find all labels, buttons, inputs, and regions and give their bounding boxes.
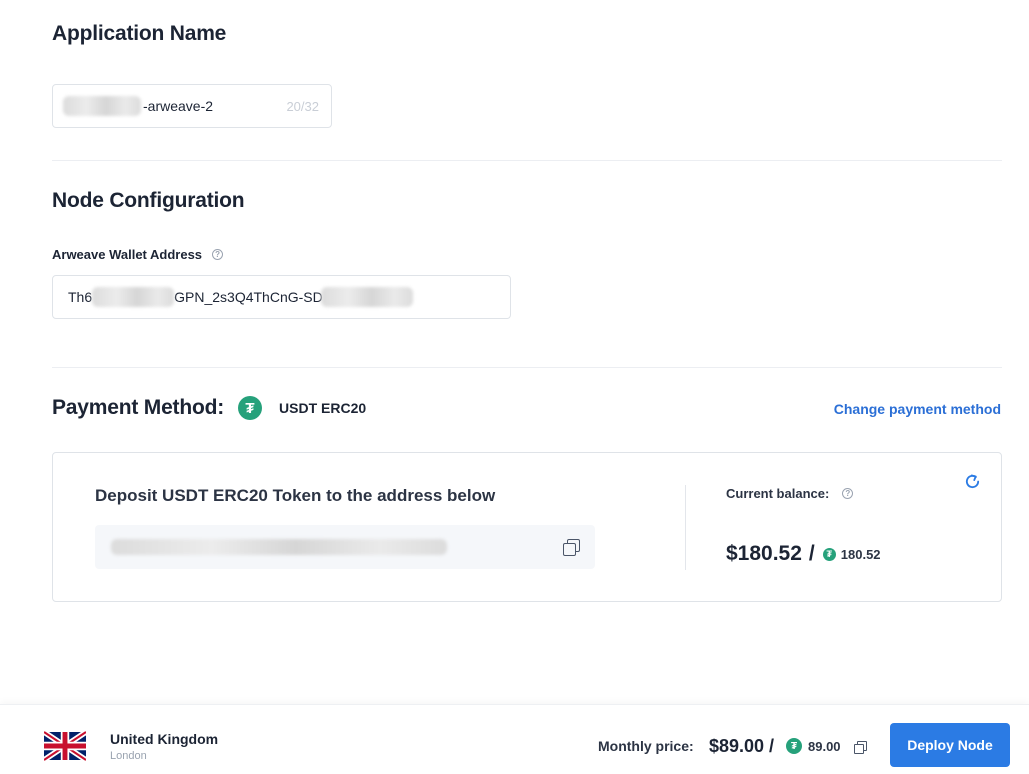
wallet-middle: GPN_2s3Q4ThCnG-SD	[174, 289, 323, 305]
balance-separator: /	[808, 542, 815, 565]
help-icon[interactable]: ?	[212, 249, 224, 260]
current-balance-label: Current balance: ?	[726, 486, 854, 501]
section-divider	[52, 367, 1002, 368]
copy-icon[interactable]	[854, 741, 867, 754]
uk-flag-icon	[44, 731, 86, 761]
copy-icon[interactable]	[563, 539, 580, 556]
char-counter: 20/32	[286, 98, 319, 114]
application-name-title: Application Name	[52, 22, 227, 45]
change-payment-method-link[interactable]: Change payment method	[834, 401, 1001, 417]
tether-icon: ₮	[238, 396, 263, 420]
wallet-address-input[interactable]: Th6 GPN_2s3Q4ThCnG-SD	[52, 275, 511, 319]
vertical-divider	[685, 485, 686, 570]
wallet-address-label: Arweave Wallet Address ?	[52, 247, 224, 262]
current-balance-value: $180.52 / ₮ 180.52	[726, 542, 881, 566]
wallet-prefix: Th6	[68, 289, 93, 305]
deposit-address-box	[95, 525, 595, 569]
application-name-input[interactable]: -arweave-2 20/32	[52, 84, 332, 128]
balance-usd: $180.52	[726, 542, 802, 565]
redacted-text	[320, 287, 413, 307]
tether-icon: ₮	[786, 738, 802, 754]
monthly-price-label: Monthly price:	[598, 738, 694, 754]
redacted-address	[111, 539, 447, 555]
monthly-price-token: ₮ 89.00	[786, 738, 841, 754]
application-name-value: -arweave-2	[143, 98, 214, 114]
monthly-price-token-value: 89.00	[808, 738, 841, 754]
redacted-text	[63, 96, 141, 116]
help-icon[interactable]: ?	[842, 488, 854, 499]
current-balance-label-text: Current balance:	[726, 486, 830, 501]
footer-bar: United Kingdom London Monthly price: $89…	[0, 704, 1029, 774]
deploy-node-button[interactable]: Deploy Node	[890, 723, 1010, 767]
payment-method-title: Payment Method:	[52, 396, 225, 419]
payment-method-row: Payment Method: ₮ USDT ERC20	[52, 396, 366, 420]
server-country: United Kingdom	[110, 731, 219, 747]
section-divider	[52, 160, 1002, 161]
tether-icon: ₮	[822, 547, 836, 561]
deposit-title: Deposit USDT ERC20 Token to the address …	[95, 486, 496, 505]
server-city: London	[110, 750, 147, 762]
deposit-card: Deposit USDT ERC20 Token to the address …	[52, 452, 1002, 602]
node-configuration-title: Node Configuration	[52, 189, 245, 212]
payment-method-name: USDT ERC20	[279, 400, 367, 416]
redacted-text	[92, 287, 175, 307]
wallet-address-label-text: Arweave Wallet Address	[52, 247, 203, 262]
balance-token: 180.52	[840, 546, 881, 562]
refresh-icon[interactable]	[964, 473, 981, 490]
monthly-price-usd: $89.00 /	[709, 736, 775, 756]
